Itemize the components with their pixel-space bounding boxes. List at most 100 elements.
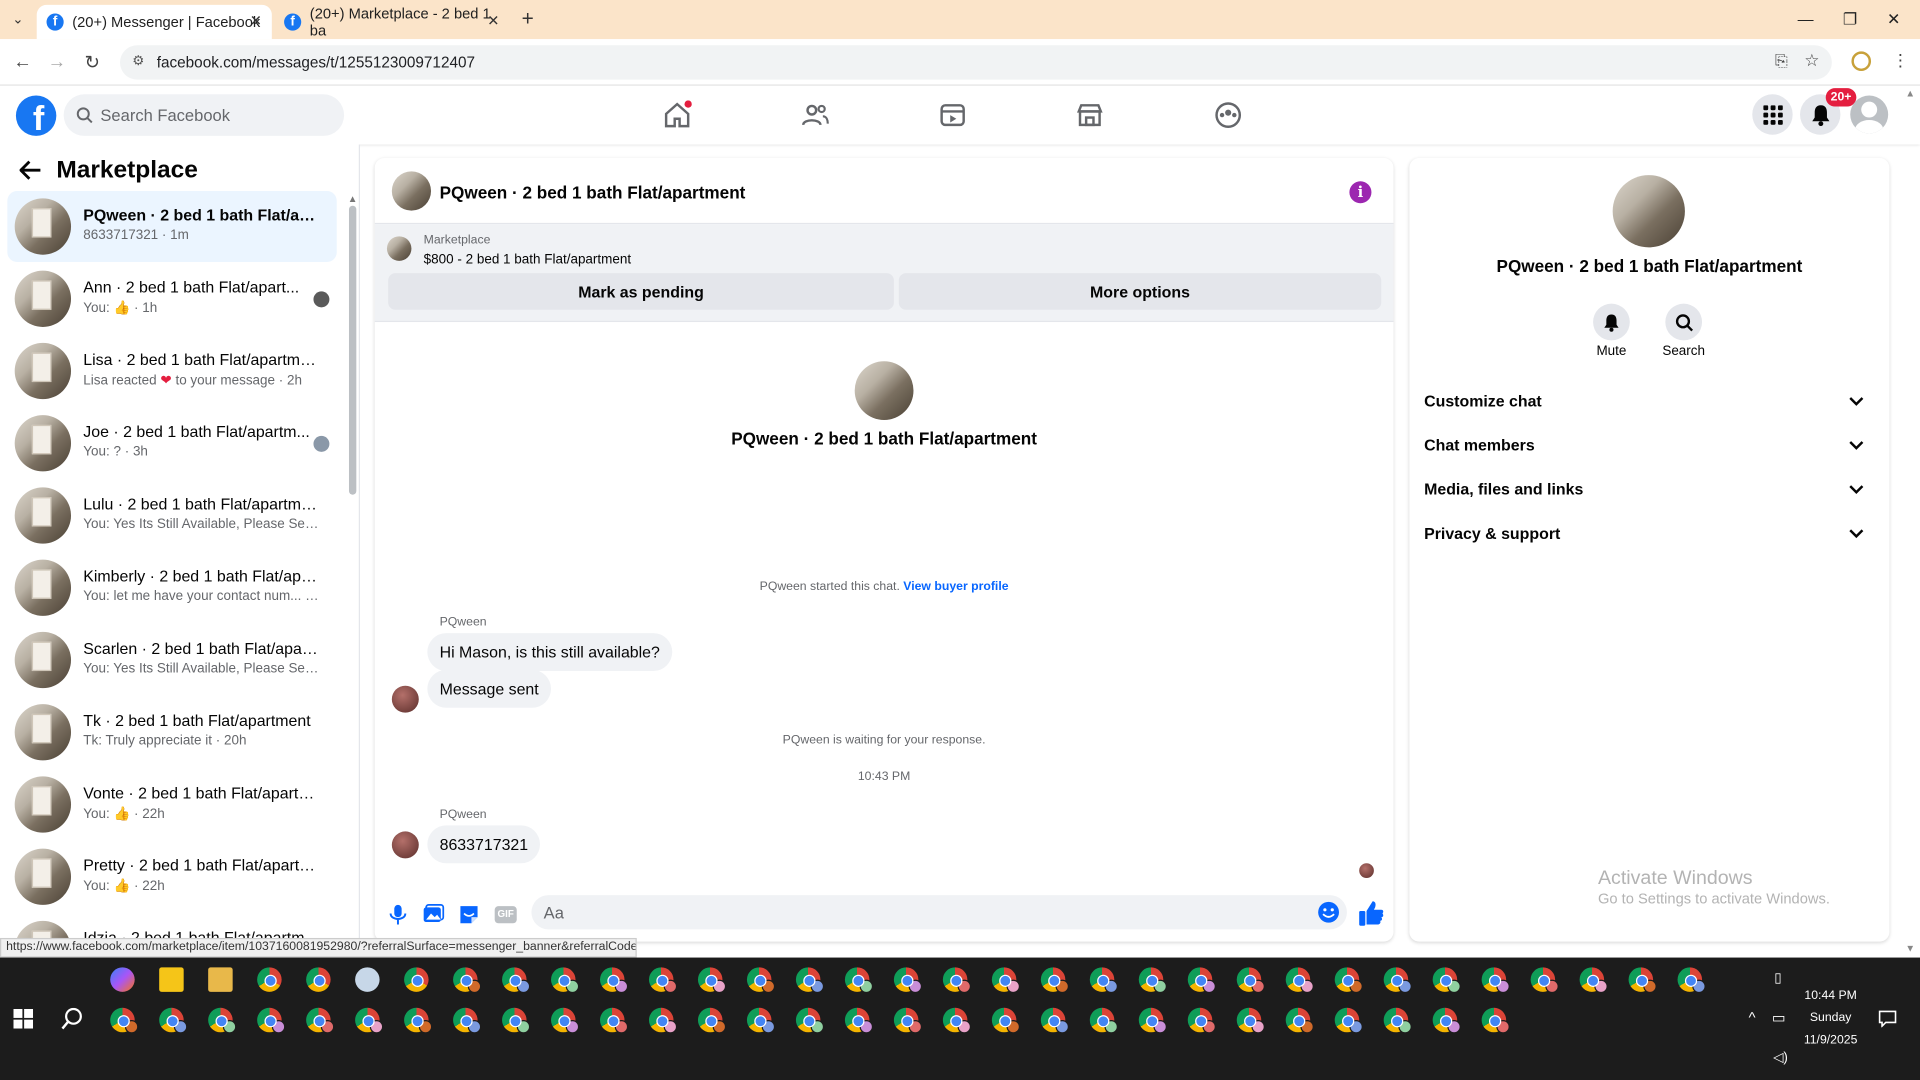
browser-menu-icon[interactable]: ⋮ [1892,50,1909,71]
chrome-profile-icon[interactable] [1138,967,1167,994]
chrome-profile-icon[interactable] [110,1007,139,1034]
account-avatar[interactable] [1850,95,1889,134]
address-bar[interactable]: ⚙ facebook.com/messages/t/12551230097124… [120,45,1832,80]
tray-device-icon[interactable]: ▯ [1774,970,1781,986]
marketplace-icon[interactable] [1075,100,1104,129]
chrome-profile-icon[interactable] [1383,1007,1412,1034]
clock-date[interactable]: 11/9/2025 [1795,1033,1866,1046]
chrome-profile-icon[interactable] [1089,1007,1118,1034]
paint-icon[interactable] [355,967,380,992]
conversation-item[interactable]: Vonte · 2 bed 1 bath Flat/apartm... You:… [7,769,336,840]
facebook-logo[interactable]: f [15,95,57,136]
chrome-profile-icon[interactable] [1040,1007,1069,1034]
microphone-icon[interactable] [387,904,409,926]
search-facebook-input[interactable]: Search Facebook [63,94,345,136]
chrome-profile-icon[interactable] [1236,1007,1265,1034]
chrome-profile-icon[interactable] [159,1007,188,1034]
chrome-profile-icon[interactable] [1187,967,1216,994]
scrollbar-thumb[interactable] [348,205,357,495]
chrome-profile-icon[interactable] [355,1007,384,1034]
page-scroll-up-icon[interactable]: ▲ [1905,88,1915,99]
chrome-profile-icon[interactable] [600,1007,629,1034]
network-icon[interactable]: ▭ [1772,1009,1786,1026]
chrome-profile-icon[interactable] [306,967,331,992]
copilot-icon[interactable] [110,967,135,992]
sender-avatar[interactable] [391,685,419,713]
conversation-item[interactable]: Ann · 2 bed 1 bath Flat/apart... You: 👍 … [7,263,336,334]
window-close-icon[interactable]: ✕ [1887,10,1900,30]
chrome-profile-icon[interactable] [1579,967,1608,994]
search-in-chat-button[interactable] [1665,303,1703,341]
chrome-profile-icon[interactable] [453,1007,482,1034]
chrome-profile-icon[interactable] [1530,967,1559,994]
view-buyer-profile-link[interactable]: View buyer profile [903,580,1008,593]
message-input[interactable]: Aa [531,895,1347,930]
chrome-profile-icon[interactable] [844,967,874,994]
chat-title[interactable]: PQween · 2 bed 1 bath Flat/apartment [440,182,746,202]
chrome-profile-icon[interactable] [893,1007,923,1034]
tab-messenger[interactable]: f (20+) Messenger | Facebook ✕ [36,4,272,40]
gif-button[interactable]: GIF [494,906,517,924]
notifications-center-icon[interactable] [1878,1010,1897,1028]
privacy-support-section[interactable]: Privacy & support [1424,514,1875,551]
forward-icon[interactable]: → [48,51,66,72]
chrome-profile-icon[interactable] [257,967,282,992]
chrome-profile-icon[interactable] [551,1007,580,1034]
tray-overflow-icon[interactable]: ^ [1749,1009,1756,1026]
chat-avatar[interactable] [391,171,432,211]
chrome-profile-icon[interactable] [404,1007,433,1034]
message-bubble[interactable]: 8633717321 [427,825,541,864]
site-info-icon[interactable]: ⚙ [132,53,144,69]
new-tab-button[interactable]: + [522,7,534,31]
menu-grid-button[interactable] [1752,94,1793,135]
marketplace-banner[interactable]: Marketplace $800 - 2 bed 1 bath Flat/apa… [374,224,1394,323]
photo-icon[interactable] [422,904,445,926]
info-icon[interactable]: i [1349,181,1372,204]
chrome-profile-icon[interactable] [1089,967,1118,994]
tab-list-icon[interactable]: ⌄ [12,11,23,27]
chrome-profile-icon[interactable] [404,967,429,992]
chrome-profile-icon[interactable] [991,1007,1021,1034]
chrome-profile-icon[interactable] [746,967,776,994]
video-icon[interactable] [938,100,967,129]
conversation-item[interactable]: Joe · 2 bed 1 bath Flat/apartm... You: ?… [7,408,336,479]
conversation-item[interactable]: Pretty · 2 bed 1 bath Flat/apartm... You… [7,841,336,912]
emoji-icon[interactable] [1318,901,1340,923]
chrome-profile-icon[interactable] [697,1007,727,1034]
chrome-profile-icon[interactable] [893,967,923,994]
back-arrow-icon[interactable] [19,160,42,180]
install-app-icon[interactable]: ⎘ [1775,51,1788,71]
chrome-profile-icon[interactable] [1481,967,1510,994]
scroll-up-icon[interactable]: ▲ [348,193,358,204]
tab-marketplace[interactable]: f (20+) Marketplace - 2 bed 1 ba ✕ [274,5,509,39]
conversation-item[interactable]: Tk · 2 bed 1 bath Flat/apartment Tk: Tru… [7,697,336,768]
chrome-profile-icon[interactable] [306,1007,335,1034]
media-files-links-section[interactable]: Media, files and links [1424,470,1875,507]
home-icon[interactable] [662,100,692,129]
chrome-profile-icon[interactable] [1677,967,1706,994]
bookmark-star-icon[interactable]: ☆ [1804,50,1819,71]
chrome-profile-icon[interactable] [648,1007,678,1034]
chrome-profile-icon[interactable] [1040,967,1069,994]
chrome-profile-icon[interactable] [502,1007,531,1034]
chrome-profile-icon[interactable] [746,1007,776,1034]
file-explorer-icon[interactable] [208,967,233,992]
chrome-profile-icon[interactable] [1334,967,1363,994]
clock-time[interactable]: 10:44 PM [1802,989,1858,1002]
profile-icon[interactable] [1851,51,1872,72]
chrome-profile-icon[interactable] [551,967,580,994]
conversation-item[interactable]: Scarlen · 2 bed 1 bath Flat/apart... You… [7,624,336,695]
info-avatar[interactable] [1612,175,1685,248]
chrome-profile-icon[interactable] [1432,967,1461,994]
chrome-profile-icon[interactable] [1481,1007,1510,1034]
chrome-profile-icon[interactable] [600,967,629,994]
chat-members-section[interactable]: Chat members [1424,426,1875,463]
chrome-profile-icon[interactable] [1236,967,1265,994]
sticker-icon[interactable] [458,904,480,926]
back-icon[interactable]: ← [13,51,31,72]
page-scroll-down-icon[interactable]: ▼ [1905,943,1915,954]
minimize-icon[interactable]: — [1798,10,1814,28]
sender-avatar[interactable] [391,831,419,859]
chrome-profile-icon[interactable] [844,1007,874,1034]
close-tab-icon[interactable]: ✕ [250,12,262,29]
